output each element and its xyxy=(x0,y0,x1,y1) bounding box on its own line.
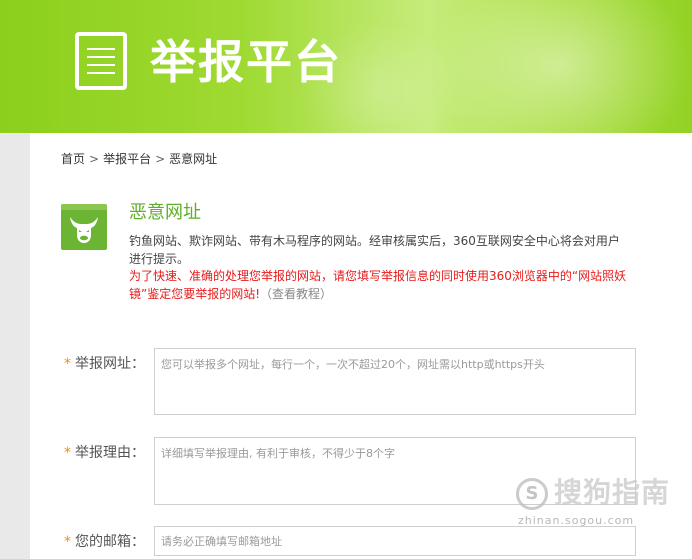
required-mark: * xyxy=(64,356,71,372)
report-url-input[interactable] xyxy=(154,348,636,415)
breadcrumb-home-link[interactable]: 首页 xyxy=(61,152,85,166)
category-title: 恶意网址 xyxy=(129,202,201,223)
watermark-url: zhinan.sogou.com xyxy=(518,514,635,527)
bull-head-icon xyxy=(61,204,107,250)
breadcrumb-separator: > xyxy=(89,152,100,166)
reason-label: * 举报理由： xyxy=(64,445,145,461)
watermark-text: 搜狗指南 xyxy=(554,476,671,509)
category-warning: 为了快速、准确的处理您举报的网站，请您填写举报信息的同时使用360浏览器中的“网… xyxy=(129,267,629,303)
sogou-watermark: S 搜狗指南 zhinan.sogou.com xyxy=(516,474,686,544)
header-banner: 举报平台 xyxy=(0,0,692,133)
category-description: 钓鱼网站、欺诈网站、带有木马程序的网站。经审核属实后，360互联网安全中心将会对… xyxy=(129,234,620,266)
required-mark: * xyxy=(64,445,71,461)
breadcrumb-separator: > xyxy=(155,152,166,166)
url-label: * 举报网址： xyxy=(64,356,145,372)
breadcrumb-platform-link[interactable]: 举报平台 xyxy=(103,152,151,166)
warning-text: 为了快速、准确的处理您举报的网站，请您填写举报信息的同时使用360浏览器中的“网… xyxy=(129,269,627,301)
email-label: * 您的邮箱： xyxy=(64,534,145,550)
banner-glow xyxy=(430,0,690,133)
breadcrumb-current: 恶意网址 xyxy=(169,152,218,166)
view-tutorial-link[interactable]: （查看教程） xyxy=(260,287,332,301)
document-icon xyxy=(75,32,127,90)
sogou-logo-icon: S xyxy=(516,478,548,510)
banner-title: 举报平台 xyxy=(150,35,342,89)
breadcrumb: 首页 > 举报平台 > 恶意网址 xyxy=(61,152,217,166)
required-mark: * xyxy=(64,534,71,550)
